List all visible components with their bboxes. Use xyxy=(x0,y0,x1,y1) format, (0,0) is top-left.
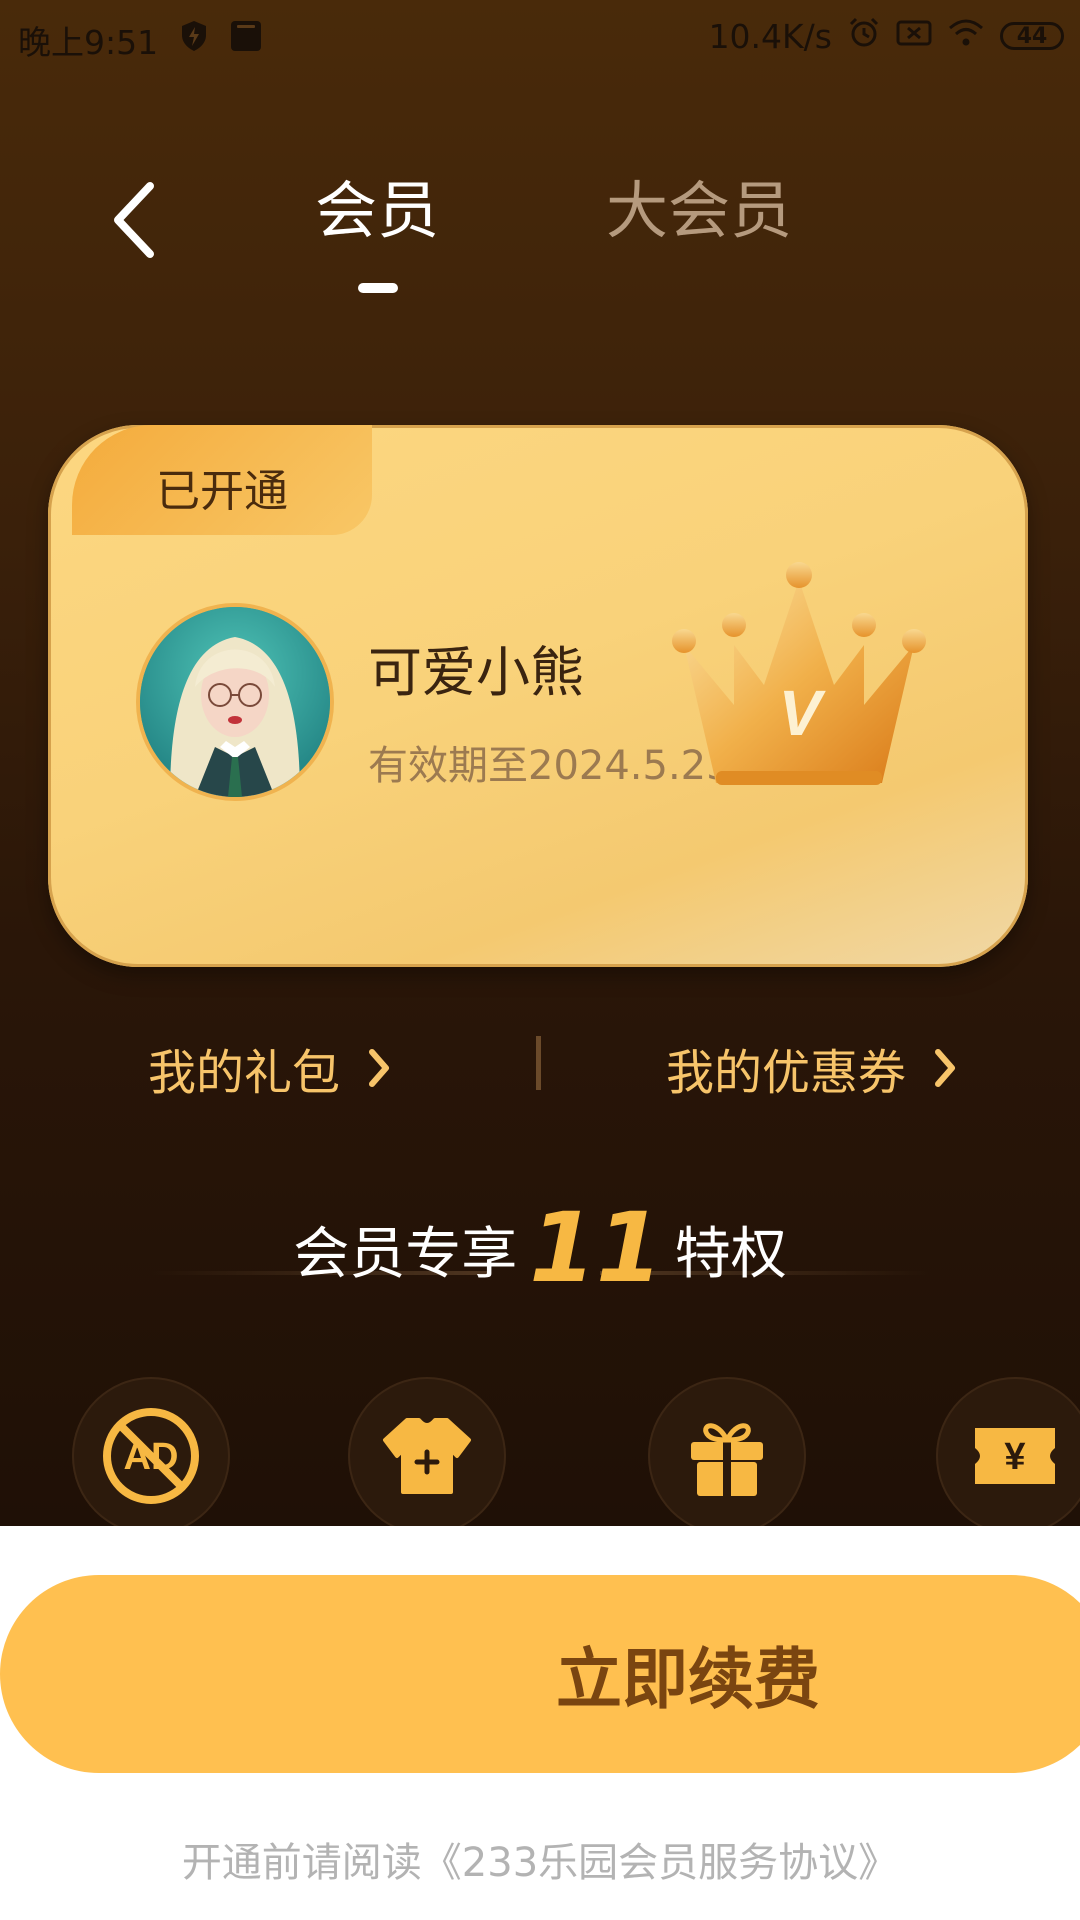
sim-x-icon xyxy=(896,17,932,56)
battery-level: 44 xyxy=(1016,23,1048,49)
battery-icon: 44 xyxy=(1000,22,1064,50)
activated-badge-label: 已开通 xyxy=(156,466,288,517)
avatar-image xyxy=(140,607,330,797)
network-speed: 10.4K/s xyxy=(708,16,832,56)
privilege-gift[interactable] xyxy=(648,1377,806,1535)
yen-symbol: ¥ xyxy=(1004,1436,1025,1478)
shield-bolt-icon xyxy=(180,20,208,60)
privileges-count: 11 xyxy=(529,1192,663,1304)
service-agreement-link[interactable]: 开通前请阅读《233乐园会员服务协议》 xyxy=(0,1830,1080,1888)
privilege-no-ads[interactable]: AD xyxy=(72,1377,230,1535)
crown-icon: V xyxy=(672,562,926,785)
links-divider xyxy=(536,1036,541,1090)
privilege-dress-up[interactable] xyxy=(348,1377,506,1535)
crown-letter: V xyxy=(779,677,827,749)
wifi-icon xyxy=(948,17,984,56)
status-time: 晚上9:51 xyxy=(18,23,159,62)
my-coupons-label: 我的优惠券 xyxy=(666,1045,907,1101)
privileges-prefix: 会员专享 xyxy=(293,1222,518,1287)
privileges-heading: 会员专享 11 特权 xyxy=(0,1192,1080,1304)
username: 可爱小熊 xyxy=(368,641,584,704)
alarm-icon xyxy=(848,16,880,56)
tab-indicator xyxy=(358,283,398,293)
chevron-right-icon xyxy=(369,1049,390,1087)
membership-card: 已开通 可爱小熊 有效期至2024.5.23 V xyxy=(48,425,1028,967)
privilege-coupon[interactable]: ¥ xyxy=(936,1377,1080,1535)
my-gifts-label: 我的礼包 xyxy=(148,1045,341,1101)
back-button[interactable] xyxy=(100,176,170,266)
status-bar: 晚上9:51 10.4K/s 44 xyxy=(0,0,1080,76)
chevron-right-icon xyxy=(935,1049,956,1087)
gift-icon xyxy=(691,1423,763,1496)
membership-page: 晚上9:51 10.4K/s 44 会员 大会员 已开通 可爱小熊 有效期至20… xyxy=(0,0,1080,1920)
renew-now-label: 立即续费 xyxy=(556,1641,820,1718)
chevron-left-icon xyxy=(114,182,154,258)
tab-member[interactable]: 会员 xyxy=(315,160,439,250)
tab-super-member[interactable]: 大会员 xyxy=(606,160,792,250)
shirt-icon xyxy=(383,1418,471,1494)
my-coupons-link[interactable]: 我的优惠券 xyxy=(666,1033,958,1103)
no-ads-icon: AD xyxy=(103,1408,199,1504)
mi-icon xyxy=(230,20,262,60)
privileges-suffix: 特权 xyxy=(674,1222,787,1287)
avatar[interactable] xyxy=(136,603,334,801)
my-gifts-link[interactable]: 我的礼包 xyxy=(148,1033,392,1103)
renew-now-button[interactable]: 立即续费 xyxy=(0,1575,1080,1773)
coupon-icon: ¥ xyxy=(975,1428,1055,1484)
